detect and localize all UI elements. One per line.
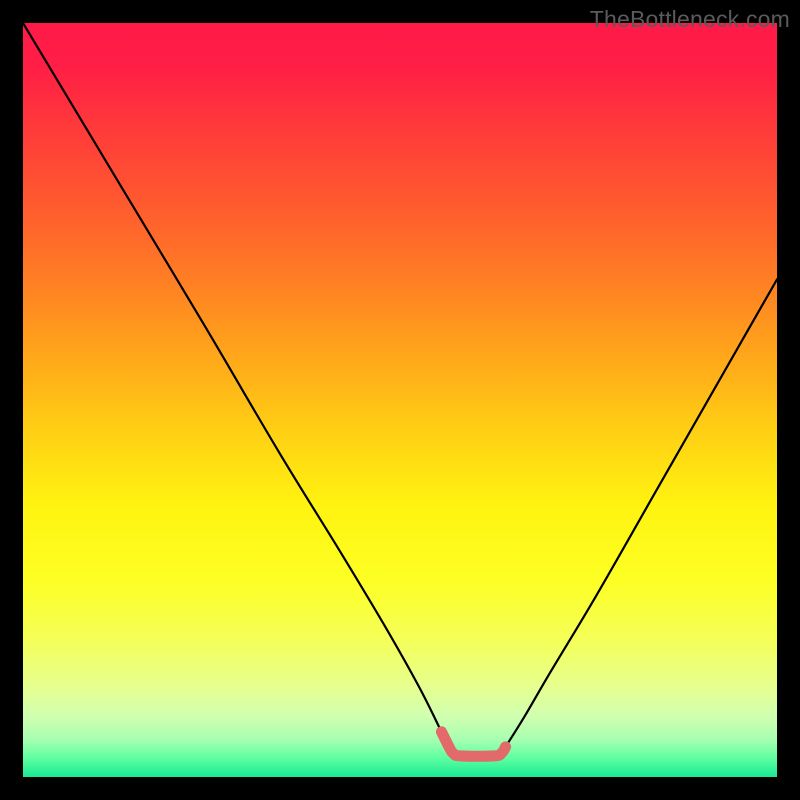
- chart-svg: [23, 23, 777, 777]
- watermark-text: TheBottleneck.com: [590, 6, 790, 33]
- plot-area: [23, 23, 777, 777]
- chart-frame: TheBottleneck.com: [0, 0, 800, 800]
- background-gradient: [23, 23, 777, 777]
